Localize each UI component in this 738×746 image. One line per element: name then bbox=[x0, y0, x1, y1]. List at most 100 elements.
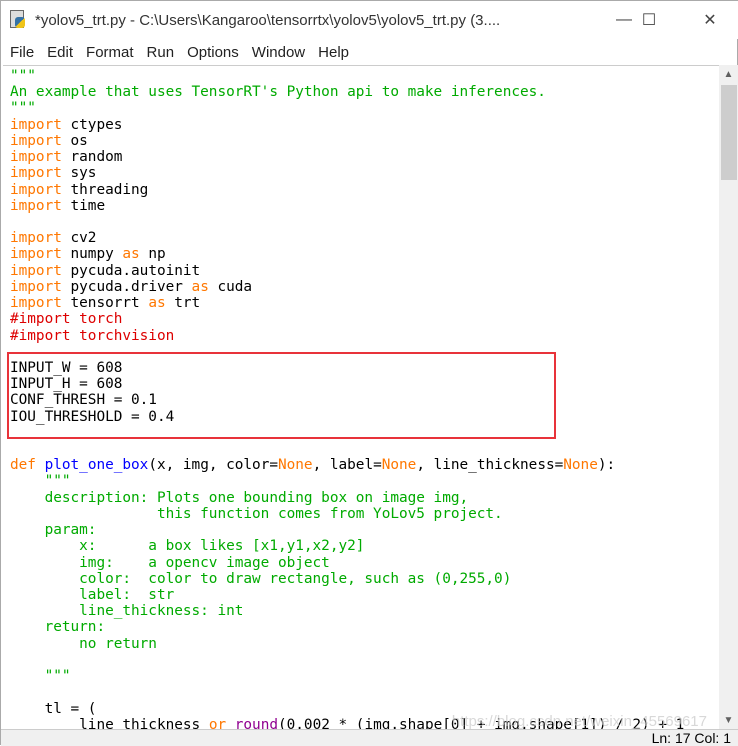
code-token: line_thickness bbox=[10, 716, 209, 729]
code-line: """ bbox=[10, 100, 684, 116]
vertical-scrollbar[interactable]: ▲ ▼ bbox=[719, 65, 738, 729]
code-token: tl = ( bbox=[10, 700, 97, 717]
highlight-box bbox=[7, 352, 556, 439]
code-token: None bbox=[381, 457, 417, 474]
menu-file[interactable]: File bbox=[10, 44, 34, 61]
code-token: ctypes bbox=[61, 116, 123, 133]
code-token: trt bbox=[165, 295, 201, 312]
code-token: label: str bbox=[10, 587, 175, 603]
code-token: def bbox=[10, 457, 36, 474]
code-line: import ctypes bbox=[10, 117, 684, 133]
code-token: """ bbox=[10, 473, 71, 490]
code-token: (x, img, color= bbox=[148, 457, 278, 474]
code-token: pycuda.driver bbox=[61, 278, 192, 295]
code-token: import bbox=[10, 165, 62, 182]
code-token: round bbox=[234, 716, 278, 729]
code-token: or bbox=[208, 716, 227, 729]
code-token: x: a box likes [x1,y1,x2,y2] bbox=[10, 538, 365, 555]
code-line: import threading bbox=[10, 182, 684, 198]
status-bar: Ln: 17 Col: 1 bbox=[1, 729, 738, 746]
code-token: """ bbox=[10, 68, 36, 84]
maximize-button[interactable]: ☐ bbox=[626, 1, 672, 39]
code-token: """ bbox=[10, 668, 71, 685]
code-line: #import torch bbox=[10, 311, 684, 327]
watermark: https://blog.csdn.net/weixin_45569617 bbox=[451, 713, 707, 730]
code-line: def plot_one_box(x, img, color=None, lab… bbox=[10, 457, 684, 473]
code-token: tensorrt bbox=[61, 295, 149, 312]
code-token: time bbox=[61, 197, 106, 214]
code-token: import bbox=[10, 230, 62, 247]
title-bar: *yolov5_trt.py - C:\Users\Kangaroo\tenso… bbox=[1, 1, 738, 39]
scrollbar-thumb[interactable] bbox=[721, 85, 737, 180]
code-token: cuda bbox=[208, 278, 253, 295]
code-token: """ bbox=[10, 100, 36, 117]
code-line: import sys bbox=[10, 165, 684, 181]
code-token: description: Plots one bounding box on i… bbox=[10, 489, 469, 506]
code-line: import random bbox=[10, 149, 684, 165]
code-line: #import torchvision bbox=[10, 328, 684, 344]
code-line: line_thickness: int bbox=[10, 603, 684, 619]
code-token: An example that uses TensorRT's Python a… bbox=[10, 84, 546, 101]
menu-format[interactable]: Format bbox=[86, 44, 134, 61]
scroll-up-icon[interactable]: ▲ bbox=[719, 65, 738, 83]
code-line: return: bbox=[10, 619, 684, 635]
code-line: import numpy as np bbox=[10, 246, 684, 262]
code-line: import tensorrt as trt bbox=[10, 295, 684, 311]
code-token: #import torch bbox=[10, 311, 123, 328]
code-token: import bbox=[10, 295, 62, 312]
code-token: pycuda.autoinit bbox=[61, 262, 201, 279]
code-line: no return bbox=[10, 636, 684, 652]
code-token: as bbox=[191, 278, 209, 295]
code-line: param: bbox=[10, 522, 684, 538]
menu-options[interactable]: Options bbox=[187, 44, 239, 61]
code-token: threading bbox=[61, 181, 149, 198]
code-token: import bbox=[10, 132, 62, 149]
code-line: """ bbox=[10, 668, 684, 684]
code-token: , line_thickness= bbox=[416, 457, 564, 474]
menu-window[interactable]: Window bbox=[252, 44, 305, 61]
code-line: An example that uses TensorRT's Python a… bbox=[10, 84, 684, 100]
code-token: cv2 bbox=[61, 230, 97, 247]
close-button[interactable]: ✕ bbox=[687, 1, 733, 39]
code-token: , label= bbox=[312, 457, 382, 474]
menu-run[interactable]: Run bbox=[147, 44, 175, 61]
code-token: img: a opencv image object bbox=[10, 554, 330, 571]
code-token: as bbox=[122, 246, 140, 263]
code-token: np bbox=[139, 246, 166, 263]
code-token: color: color to draw rectangle, such as … bbox=[10, 570, 512, 587]
code-token: line_thickness: int bbox=[10, 603, 244, 620]
code-token: import bbox=[10, 262, 62, 279]
code-line: x: a box likes [x1,y1,x2,y2] bbox=[10, 538, 684, 554]
line-col-indicator: Ln: 17 Col: 1 bbox=[651, 730, 731, 746]
code-line: import cv2 bbox=[10, 230, 684, 246]
code-token: None bbox=[563, 457, 598, 474]
code-editor[interactable]: """ An example that uses TensorRT's Pytho… bbox=[3, 65, 719, 729]
menu-help[interactable]: Help bbox=[318, 44, 349, 61]
python-idle-icon bbox=[10, 10, 28, 30]
scroll-down-icon[interactable]: ▼ bbox=[719, 711, 738, 729]
code-line: import os bbox=[10, 133, 684, 149]
menu-edit[interactable]: Edit bbox=[47, 44, 73, 61]
code-token: random bbox=[61, 149, 123, 166]
code-token: None bbox=[278, 457, 313, 474]
code-token: #import torchvision bbox=[10, 327, 175, 344]
code-token: as bbox=[148, 295, 166, 312]
code-line: """ bbox=[10, 473, 684, 489]
code-line: color: color to draw rectangle, such as … bbox=[10, 571, 684, 587]
code-token: import bbox=[10, 116, 62, 133]
code-line: import pycuda.autoinit bbox=[10, 263, 684, 279]
menu-bar: File Edit Format Run Options Window Help bbox=[1, 39, 738, 65]
code-token: numpy bbox=[61, 246, 123, 263]
code-token: sys bbox=[61, 165, 97, 182]
code-token: this function comes from YoLov5 project. bbox=[10, 505, 503, 522]
code-token: no return bbox=[10, 635, 157, 652]
code-line: import pycuda.driver as cuda bbox=[10, 279, 684, 295]
code-line: description: Plots one bounding box on i… bbox=[10, 490, 684, 506]
code-line: this function comes from YoLov5 project. bbox=[10, 506, 684, 522]
code-line: label: str bbox=[10, 587, 684, 603]
